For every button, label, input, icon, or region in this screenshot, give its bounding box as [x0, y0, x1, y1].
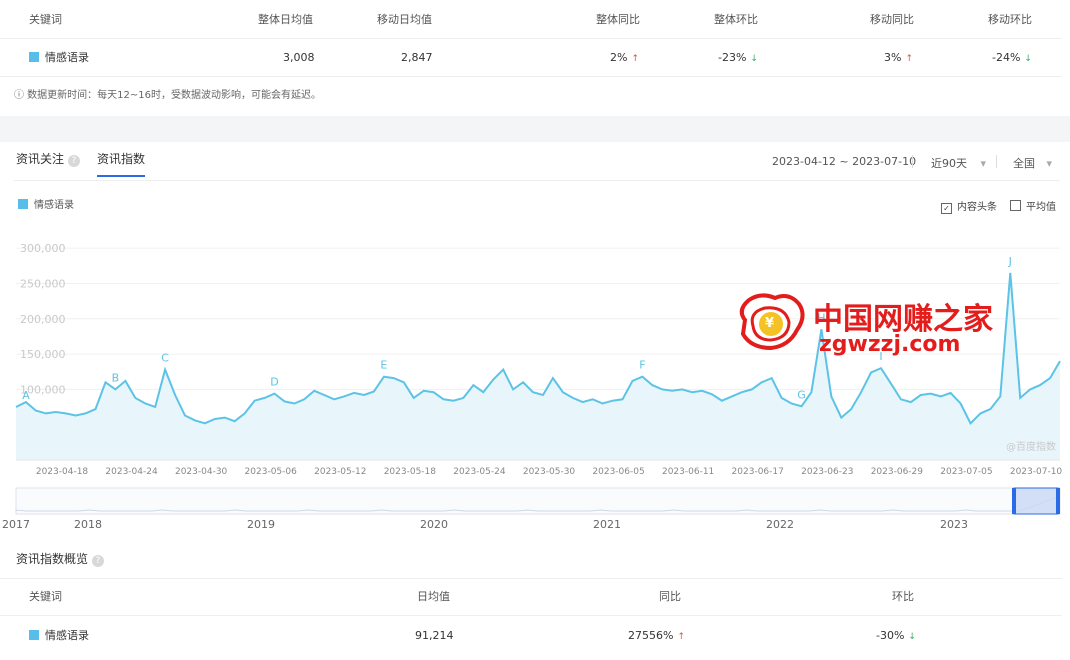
event-annotation: B — [112, 371, 120, 384]
baidu-watermark: @百度指数 — [1006, 440, 1056, 453]
navigator-year-label: 2021 — [593, 518, 621, 531]
x-tick-label: 2023-04-18 — [36, 467, 89, 477]
x-tick-label: 2023-04-30 — [175, 467, 228, 477]
y-tick-label: 300,000 — [20, 242, 66, 255]
yoy-value: 27556% ↑ — [628, 618, 685, 654]
x-tick-label: 2023-05-12 — [314, 467, 366, 477]
x-tick-label: 2023-06-17 — [732, 467, 784, 477]
x-tick-label: 2023-05-18 — [384, 467, 437, 477]
x-tick-label: 2023-05-06 — [245, 467, 298, 477]
x-tick-label: 2023-07-05 — [940, 467, 992, 477]
x-tick-label: 2023-05-30 — [523, 467, 576, 477]
col-mom: 环比 — [892, 590, 914, 603]
yoy-text: 27556% — [628, 629, 674, 642]
range-navigator — [15, 487, 1061, 515]
col-daily-avg: 日均值 — [417, 590, 450, 603]
range-selection — [1013, 487, 1059, 515]
event-annotation: F — [639, 359, 645, 372]
y-tick-label: 250,000 — [20, 277, 66, 290]
event-annotation: E — [380, 359, 387, 372]
event-annotation: D — [270, 376, 278, 389]
range-handle-right — [1056, 488, 1060, 514]
arrow-up-icon: ↑ — [677, 632, 685, 642]
x-tick-label: 2023-06-23 — [801, 467, 853, 477]
site-watermark: ¥ 中国网赚之家 zgwzzj.com — [735, 290, 993, 360]
navigator-year-label: 2020 — [420, 518, 448, 531]
navigator-year-label: 2018 — [74, 518, 102, 531]
keyword-cell: 情感语录 — [29, 618, 89, 654]
mom-text: -30% — [876, 629, 905, 642]
overview-table-row: 情感语录 91,214 27556% ↑ -30% ↓ — [0, 618, 1062, 654]
navigator-year-label: 2023 — [940, 518, 968, 531]
range-handle-left — [1012, 488, 1016, 514]
overview-table-header: 关键词 日均值 同比 环比 — [0, 578, 1062, 616]
coin-symbol: ¥ — [765, 316, 775, 331]
event-annotation: C — [161, 352, 169, 365]
x-tick-label: 2023-04-24 — [105, 467, 158, 477]
navigator-year-label: 2017 — [2, 518, 30, 531]
x-tick-label: 2023-06-05 — [592, 467, 644, 477]
overview-title-text: 资讯指数概览 — [16, 552, 89, 566]
series-swatch — [29, 630, 39, 640]
keyword-label: 情感语录 — [45, 629, 89, 642]
event-annotation: G — [797, 388, 806, 401]
arrow-down-icon: ↓ — [908, 632, 916, 642]
x-tick-label: 2023-05-24 — [453, 467, 506, 477]
event-annotation: A — [22, 389, 30, 402]
event-annotation: J — [1008, 255, 1012, 268]
x-tick-label: 2023-06-29 — [871, 467, 924, 477]
x-tick-label: 2023-06-11 — [662, 467, 714, 477]
x-tick-label: 2023-07-10 — [1010, 467, 1063, 477]
help-icon[interactable]: ? — [92, 555, 105, 567]
mom-value: -30% ↓ — [876, 618, 916, 654]
navigator-year-label: 2022 — [766, 518, 794, 531]
overview-title: 资讯指数概览? — [16, 550, 105, 567]
daily-avg-value: 91,214 — [415, 629, 454, 642]
watermark-url: zgwzzj.com — [819, 332, 961, 357]
navigator-year-label: 2019 — [247, 518, 275, 531]
y-tick-label: 200,000 — [20, 313, 66, 326]
y-tick-label: 150,000 — [20, 348, 66, 361]
col-yoy: 同比 — [659, 590, 681, 603]
col-keyword: 关键词 — [29, 590, 62, 603]
